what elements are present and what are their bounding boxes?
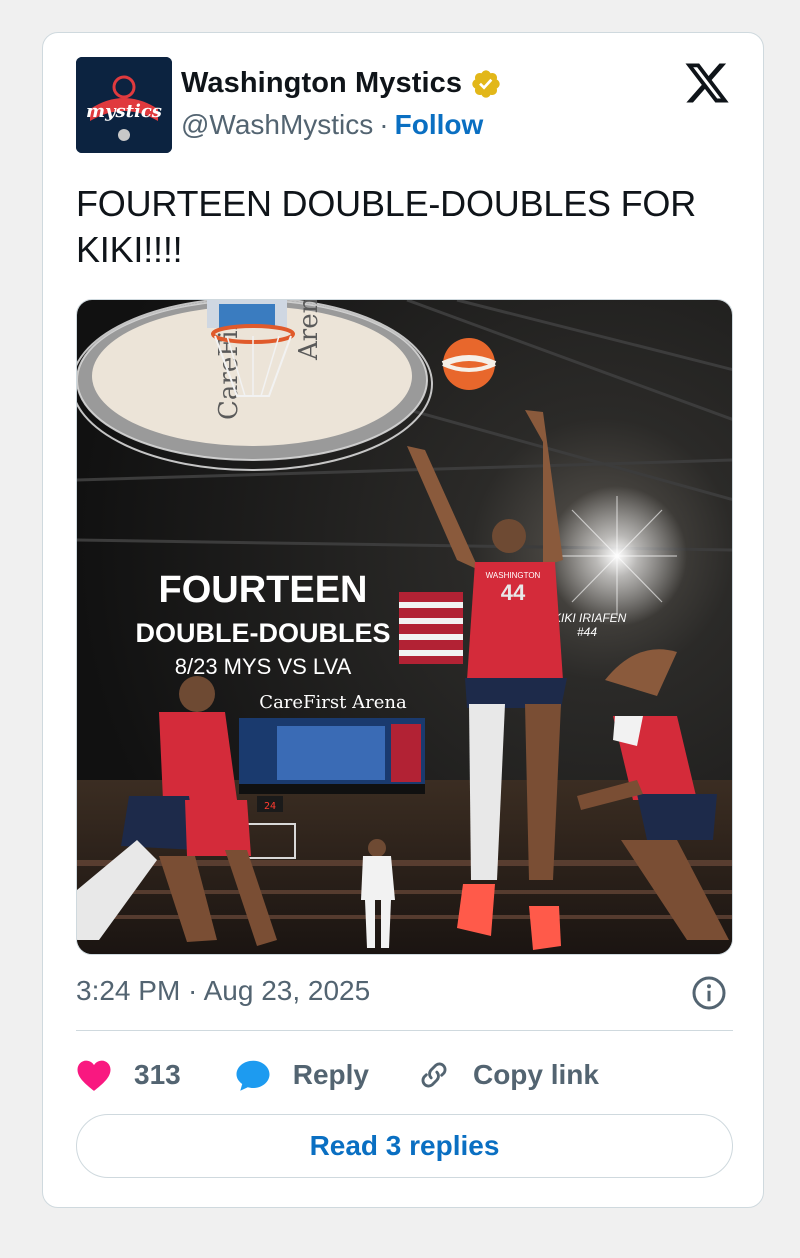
tweet-card: mystics Washington Mystics @WashMystics ·…: [42, 32, 764, 1208]
read-replies-button[interactable]: Read 3 replies: [76, 1114, 733, 1178]
author-handle-row: @WashMystics · Follow: [181, 109, 483, 141]
follow-button[interactable]: Follow: [395, 109, 484, 140]
x-logo-icon[interactable]: [683, 59, 731, 107]
verified-badge-icon: [472, 69, 500, 98]
svg-text:24: 24: [264, 801, 276, 812]
author-handle[interactable]: @WashMystics: [181, 109, 373, 140]
copy-link-button[interactable]: Copy link: [417, 1058, 599, 1092]
tweet-media-image[interactable]: CareFirst Arena 24 FOURTEEN DOUBLE-DOUBL…: [76, 299, 733, 955]
media-headline: FOURTEEN: [159, 569, 368, 611]
like-button[interactable]: 313: [76, 1058, 181, 1092]
media-player-name: KIKI IRIAFEN: [553, 611, 627, 625]
jersey-text: WASHINGTON: [486, 571, 541, 580]
tweet-text: FOURTEEN DOUBLE-DOUBLES FOR KIKI!!!!: [76, 183, 697, 270]
tweet-timestamp[interactable]: 3:24 PM · Aug 23, 2025: [76, 975, 370, 1007]
link-icon: [421, 1062, 447, 1088]
svg-text:Arena: Arena: [294, 300, 324, 361]
reply-bubble-icon: [236, 1060, 270, 1091]
author-avatar[interactable]: mystics: [76, 57, 172, 153]
media-player-number: #44: [577, 625, 597, 639]
author-name[interactable]: Washington Mystics: [181, 67, 462, 100]
author-name-row: Washington Mystics: [181, 67, 502, 100]
info-icon[interactable]: [691, 975, 727, 1011]
media-arena-banner: CareFirst Arena: [259, 692, 407, 713]
jersey-number: 44: [501, 580, 526, 605]
action-bar: 313 Reply Copy link: [76, 1053, 599, 1097]
reply-label: Reply: [292, 1059, 369, 1090]
reply-button[interactable]: Reply: [235, 1058, 369, 1092]
avatar-wordmark: mystics: [86, 101, 162, 122]
heart-icon: [77, 1060, 111, 1091]
media-subheadline: DOUBLE-DOUBLES: [136, 618, 391, 648]
media-game-line: 8/23 MYS VS LVA: [175, 654, 352, 679]
copy-link-label: Copy link: [472, 1059, 599, 1090]
separator-dot: ·: [379, 109, 389, 140]
divider: [76, 1030, 733, 1031]
like-count: 313: [134, 1059, 181, 1090]
